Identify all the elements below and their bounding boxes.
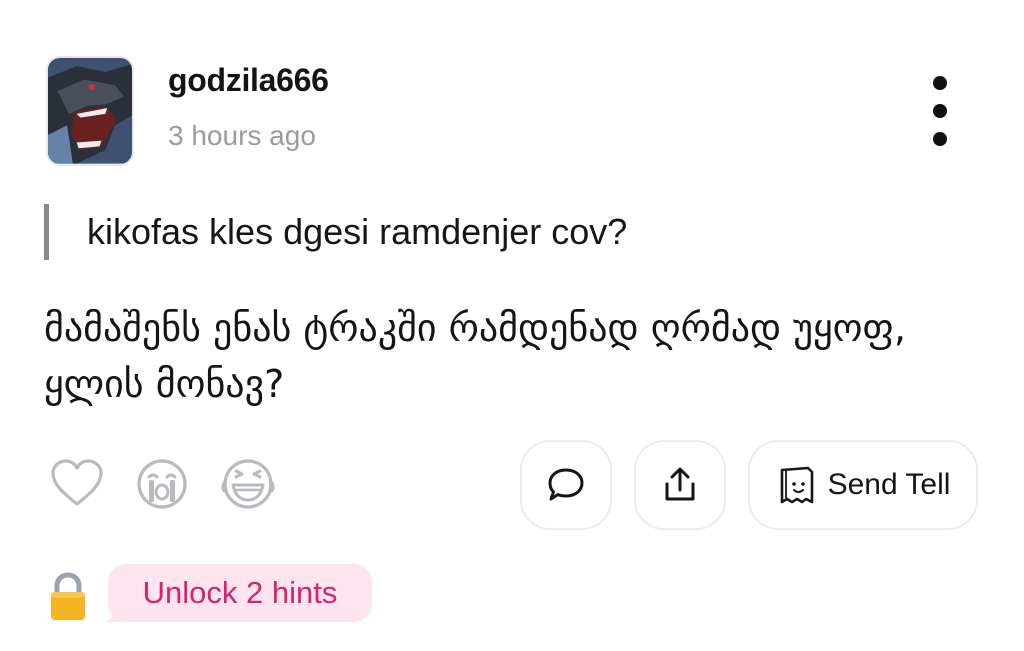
share-button[interactable] xyxy=(634,440,726,530)
more-vertical-icon[interactable] xyxy=(920,76,960,146)
question-quote: kikofas kles dgesi ramdenjer cov? xyxy=(44,204,627,260)
send-tell-button[interactable]: Send Tell xyxy=(748,440,978,530)
answer-text: მამაშენს ენას ტრაკში რამდენად ღრმად უყოფ… xyxy=(44,306,906,406)
laughing-face-icon[interactable] xyxy=(220,458,276,510)
post-timestamp: 3 hours ago xyxy=(168,120,316,151)
more-dot xyxy=(933,76,947,90)
godzilla-avatar-image xyxy=(48,58,132,164)
share-icon xyxy=(665,467,695,501)
unlock-hints-button[interactable]: Unlock 2 hints xyxy=(106,564,372,622)
crying-face-icon[interactable] xyxy=(136,458,188,510)
avatar[interactable] xyxy=(46,56,134,166)
comment-button[interactable] xyxy=(520,440,612,530)
paper-bag-face-icon xyxy=(780,466,813,504)
more-dot xyxy=(933,104,947,118)
more-dot xyxy=(933,132,947,146)
heart-icon[interactable] xyxy=(50,458,104,508)
lock-icon xyxy=(48,572,88,627)
unlock-hints-label: Unlock 2 hints xyxy=(142,575,338,610)
speech-bubble-icon xyxy=(548,468,584,501)
question-text: kikofas kles dgesi ramdenjer cov? xyxy=(87,211,628,252)
username[interactable]: godzila666 xyxy=(168,62,329,99)
send-tell-label: Send Tell xyxy=(827,468,951,501)
